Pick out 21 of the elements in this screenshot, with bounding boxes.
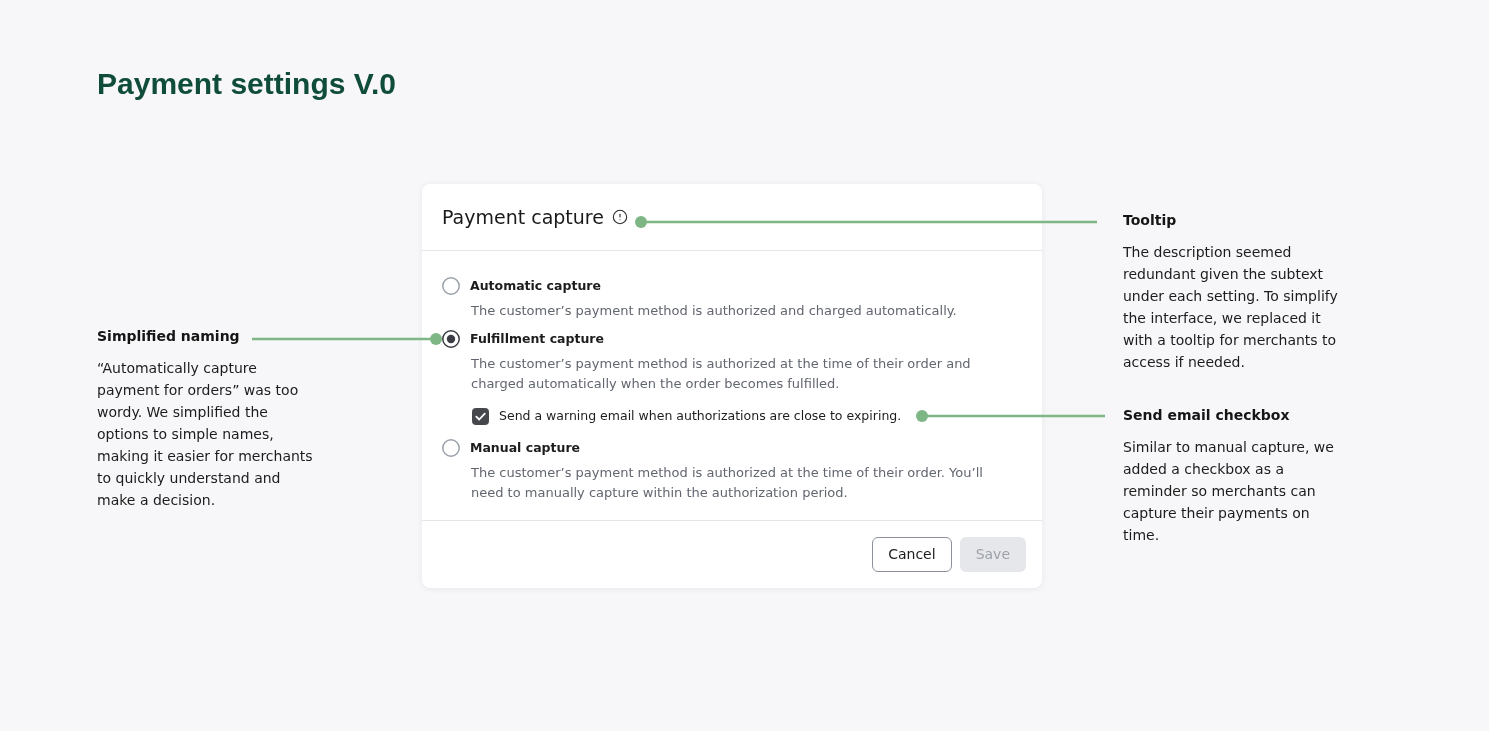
note-text: The description seemed redundant given the subtext under each setting. To simplify the interface, we replaced it with a tooltip for merchants to access if needed. xyxy=(1123,243,1339,372)
option-label: Fulfillment capture xyxy=(470,330,604,348)
page-title: Payment settings V.0 xyxy=(97,66,397,102)
note-title: Send email checkbox xyxy=(1123,406,1290,425)
option-description: The customer’s payment method is authorized at the time of their order. You’ll need to manually capture within the authorization period. xyxy=(471,464,984,502)
radio-button[interactable] xyxy=(442,330,460,348)
radio-button[interactable] xyxy=(442,277,460,295)
checkbox-label: Send a warning email when authorizations are close to expiring. xyxy=(499,407,902,425)
note-title: Tooltip xyxy=(1123,211,1177,230)
option-description: The customer’s payment method is authorized at the time of their order and charged automatically when the order becomes fulfilled. xyxy=(471,355,972,393)
checkbox[interactable] xyxy=(472,407,489,425)
note-text: “Automatically capture payment for orders” was too wordy. We simplified the options to simple names, making it easier for merchants to quickly understand and make a decision. xyxy=(97,359,314,510)
exclamation-circle-icon[interactable] xyxy=(611,209,628,225)
card-title: Payment capture xyxy=(442,205,604,230)
option-label: Manual capture xyxy=(470,439,581,457)
option-label: Automatic capture xyxy=(470,277,601,295)
radio-button[interactable] xyxy=(442,439,460,457)
cancel-button[interactable]: Cancel xyxy=(872,537,952,572)
note-text: Similar to manual capture, we added a checkbox as a reminder so merchants can capture their payments on time. xyxy=(1123,438,1335,545)
option-description: The customer’s payment method is authorized and charged automatically. xyxy=(471,302,958,320)
note-title: Simplified naming xyxy=(97,327,240,346)
